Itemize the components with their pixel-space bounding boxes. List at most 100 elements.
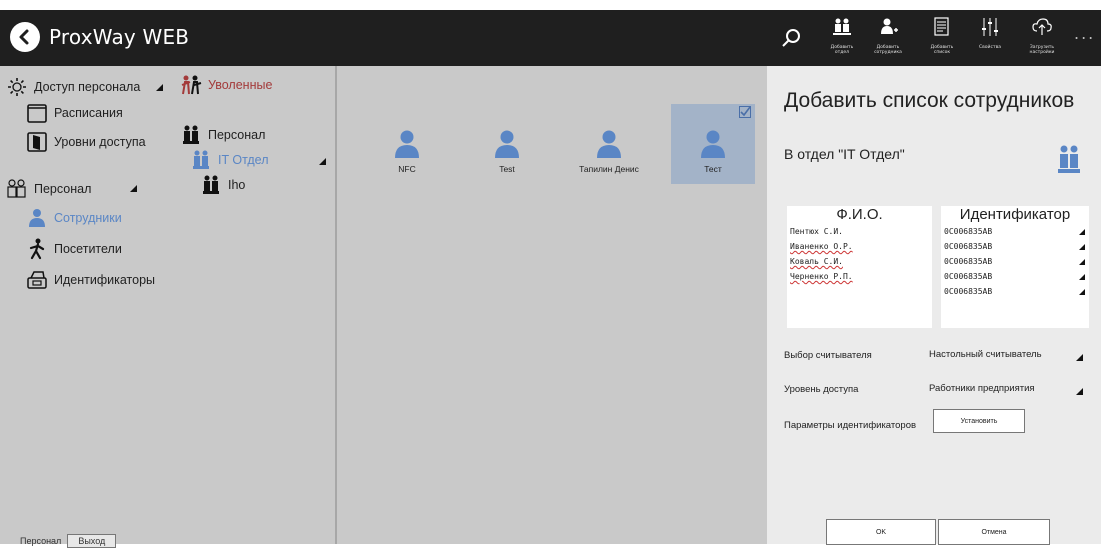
department-icon <box>1058 145 1080 173</box>
ok-button[interactable]: OK <box>826 519 936 545</box>
identifier-cell[interactable]: 0C006835AB <box>941 269 1089 284</box>
identifier-cell[interactable]: 0C006835AB <box>941 224 1089 239</box>
reader-select[interactable]: Настольный считыватель <box>927 346 1087 364</box>
dropdown-arrow-icon <box>1076 388 1083 395</box>
properties-button[interactable]: Свойства <box>964 16 1016 60</box>
employee-grid: NFC Test Тапилин Денис Тест <box>337 66 767 544</box>
back-arrow-icon[interactable] <box>10 22 40 52</box>
employee-name: NFC <box>398 164 416 174</box>
department-icon <box>200 174 222 196</box>
identifier-text: 0C006835AB <box>944 287 993 296</box>
dropdown-arrow-icon[interactable] <box>1079 244 1085 250</box>
access-level-select[interactable]: Работники предприятия <box>927 380 1087 398</box>
employee-icon <box>26 207 48 229</box>
upload-settings-button[interactable]: Загрузить настройки <box>1016 16 1068 60</box>
department-icon <box>180 124 202 146</box>
reader-value: Настольный считыватель <box>929 349 1042 360</box>
top-bar: ProxWay WEB Добавить отдел Добавить сотр… <box>0 10 1101 66</box>
sidebar-item-visitors-label: Посетители <box>54 242 122 256</box>
sidebar-item-employees[interactable]: Сотрудники <box>26 207 122 229</box>
dropdown-arrow-icon <box>1076 354 1083 361</box>
sidebar-item-schedules[interactable]: Расписания <box>26 102 123 124</box>
add-employee-button[interactable]: Добавить сотрудника <box>862 16 914 60</box>
fio-text: Черненко Р.П. <box>790 272 853 281</box>
add-list-icon <box>931 16 953 42</box>
properties-label: Свойства <box>979 45 1001 50</box>
add-list-button[interactable]: Добавить список <box>916 16 968 60</box>
dialog-title: Добавить список сотрудников <box>784 89 1075 112</box>
tree-item-fired-label: Уволенные <box>208 78 273 92</box>
add-department-button[interactable]: Добавить отдел <box>816 16 868 60</box>
access-level-value: Работники предприятия <box>929 383 1035 394</box>
collapse-it-dept-icon[interactable] <box>319 158 326 165</box>
employee-name: Тапилин Денис <box>579 164 639 174</box>
search-icon[interactable] <box>780 26 804 50</box>
sidebar-item-personnel[interactable]: Персонал <box>6 178 91 200</box>
tree-item-personnel[interactable]: Персонал <box>180 124 265 146</box>
employee-tile[interactable]: NFC <box>365 104 449 184</box>
add-department-icon <box>831 16 853 42</box>
sidebar-item-visitors[interactable]: Посетители <box>26 238 122 260</box>
tree-item-it-dept[interactable]: IT Отдел <box>190 149 269 171</box>
identifier-text: 0C006835AB <box>944 257 993 266</box>
sidebar-item-access-levels-label: Уровни доступа <box>54 135 146 149</box>
dropdown-arrow-icon[interactable] <box>1079 259 1085 265</box>
upload-settings-label: Загрузить настройки <box>1029 45 1055 55</box>
collapse-access-icon[interactable] <box>156 84 163 91</box>
calendar-icon <box>26 102 48 124</box>
tree-item-iho[interactable]: Iho <box>200 174 245 196</box>
fio-cell[interactable]: Пентюх С.И. <box>787 224 932 239</box>
identifier-cell[interactable]: 0C006835AB <box>941 284 1089 299</box>
add-list-label: Добавить список <box>930 45 954 55</box>
tree-item-fired[interactable]: Уволенные <box>180 74 272 96</box>
fio-cell[interactable]: Коваль С.И. <box>787 254 932 269</box>
add-employee-label: Добавить сотрудника <box>874 45 902 55</box>
department-tree: Уволенные Персонал IT Отдел Iho <box>170 66 335 544</box>
gear-icon <box>6 76 28 98</box>
sidebar-item-access-levels[interactable]: Уровни доступа <box>26 131 146 153</box>
collapse-personnel-icon[interactable] <box>130 185 137 192</box>
employee-tile[interactable]: Тапилин Денис <box>567 104 651 184</box>
more-icon[interactable]: ... <box>1074 24 1095 43</box>
identifier-header: Идентификатор <box>959 206 1071 223</box>
employee-avatar-icon <box>701 130 725 158</box>
employee-tile-selected[interactable]: Тест <box>671 104 755 184</box>
app-window: ProxWay WEB Добавить отдел Добавить сотр… <box>0 10 1101 548</box>
sidebar-item-identifiers[interactable]: Идентификаторы <box>26 269 155 291</box>
set-button[interactable]: Установить <box>933 409 1025 433</box>
add-list-dialog: Добавить список сотрудников В отдел "IT … <box>767 66 1101 545</box>
identifier-text: 0C006835AB <box>944 242 993 251</box>
fio-text: Иваненко О.Р. <box>790 242 853 251</box>
employee-avatar-icon <box>597 130 621 158</box>
card-reader-icon <box>26 269 48 291</box>
tree-item-personnel-label: Персонал <box>208 128 266 142</box>
upload-cloud-icon <box>1031 16 1053 42</box>
exit-button[interactable]: Выход <box>67 534 117 548</box>
fired-people-icon <box>180 74 202 96</box>
app-title: ProxWay WEB <box>49 25 190 49</box>
fio-cell[interactable]: Иваненко О.Р. <box>787 239 932 254</box>
employee-name: Test <box>499 164 515 174</box>
tree-item-iho-label: Iho <box>228 178 246 192</box>
identifier-cell[interactable]: 0C006835AB <box>941 254 1089 269</box>
sidebar-item-schedules-label: Расписания <box>54 106 123 120</box>
fio-text: Коваль С.И. <box>790 257 843 266</box>
sidebar-item-access[interactable]: Доступ персонала <box>6 76 140 98</box>
employee-avatar-icon <box>495 130 519 158</box>
employee-tile[interactable]: Test <box>465 104 549 184</box>
sidebar: Доступ персонала Расписания Уровни досту… <box>0 66 170 548</box>
walking-person-icon <box>26 238 48 260</box>
checkbox-checked-icon[interactable] <box>739 106 751 118</box>
dropdown-arrow-icon[interactable] <box>1079 289 1085 295</box>
fio-header: Ф.И.О. <box>836 206 883 223</box>
properties-icon <box>979 16 1001 42</box>
door-icon <box>26 131 48 153</box>
dropdown-arrow-icon[interactable] <box>1079 274 1085 280</box>
dialog-subtitle: В отдел "IT Отдел" <box>784 146 905 162</box>
cancel-button[interactable]: Отмена <box>938 519 1050 545</box>
logo[interactable]: ProxWay WEB <box>10 22 189 52</box>
dropdown-arrow-icon[interactable] <box>1079 229 1085 235</box>
fio-cell[interactable]: Черненко Р.П. <box>787 269 932 284</box>
reader-label: Выбор считывателя <box>784 350 872 361</box>
identifier-cell[interactable]: 0C006835AB <box>941 239 1089 254</box>
